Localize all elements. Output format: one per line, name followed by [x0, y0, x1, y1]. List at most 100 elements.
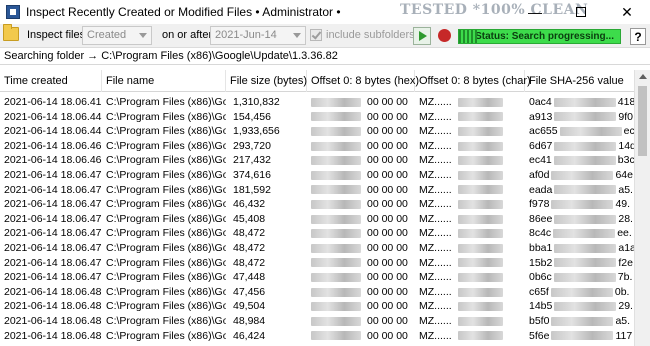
- search-path: Searching folder → C:\Program Files (x86…: [0, 48, 650, 65]
- table-row[interactable]: 2021-06-14 18.06.47 C:\Program Files (x86…: [0, 241, 634, 256]
- redacted-bytes: [311, 97, 361, 107]
- cell-size: 48,984: [233, 315, 266, 327]
- table-row[interactable]: 2021-06-14 18.06.47 C:\Program Files (x86…: [0, 270, 634, 285]
- cell-char: MZ......: [415, 286, 525, 298]
- redacted-chars: [457, 272, 503, 282]
- redacted-bytes: [311, 287, 361, 297]
- cell-sha: 86ee 28.: [525, 213, 634, 225]
- cell-char: MZ......: [415, 154, 525, 166]
- table-row[interactable]: 2021-06-14 18.06.47 C:\Program Files (x86…: [0, 197, 634, 212]
- hex-text: 00 00 00: [367, 329, 408, 342]
- char-text: MZ......: [419, 125, 452, 138]
- cell-char: MZ......: [415, 330, 525, 342]
- cell-sha: 0b6c 7b.: [525, 271, 634, 283]
- cell-size: 374,616: [233, 169, 271, 181]
- redacted-chars: [457, 287, 503, 297]
- table-row[interactable]: 2021-06-14 18.06.48 C:\Program Files (x86…: [0, 329, 634, 344]
- filter-select[interactable]: Created: [82, 26, 152, 45]
- scroll-up-icon[interactable]: [639, 74, 647, 79]
- on-or-after-label: on or after: [162, 29, 213, 41]
- table-row[interactable]: 2021-06-14 18.06.47 C:\Program Files (x86…: [0, 168, 634, 183]
- cell-time: 2021-06-14 18.06.44: [4, 110, 102, 123]
- table-row[interactable]: 2021-06-14 18.06.47 C:\Program Files (x86…: [0, 226, 634, 241]
- cell-name: C:\Program Files (x86)\Go...: [106, 96, 226, 108]
- hex-text: 00 00 00: [367, 125, 408, 138]
- table-row[interactable]: 2021-06-14 18.06.48 C:\Program Files (x86…: [0, 314, 634, 329]
- table-row[interactable]: 2021-06-14 18.06.47 C:\Program Files (x86…: [0, 183, 634, 198]
- cell-hex: 00 00 00: [307, 184, 415, 196]
- redacted-bytes: [311, 126, 361, 136]
- char-text: MZ......: [419, 212, 452, 225]
- cell-size: 48,472: [233, 242, 266, 254]
- char-text: MZ......: [419, 169, 452, 181]
- column-header-char[interactable]: Offset 0: 8 bytes (char): [415, 70, 531, 92]
- cell-hex: 00 00 00: [307, 227, 415, 239]
- hex-text: 00 00 00: [367, 242, 408, 254]
- table-row[interactable]: 2021-06-14 18.06.46 C:\Program Files (x86…: [0, 139, 634, 154]
- redacted-hash: [554, 185, 617, 195]
- redacted-hash: [553, 272, 616, 282]
- redacted-hash: [554, 302, 617, 312]
- table-row[interactable]: 2021-06-14 18.06.44 C:\Program Files (x86…: [0, 124, 634, 139]
- cell-time: 2021-06-14 18.06.48: [4, 285, 102, 298]
- minimize-button[interactable]: —: [512, 0, 558, 24]
- stop-button[interactable]: [436, 27, 454, 45]
- hex-text: 00 00 00: [367, 300, 408, 313]
- cell-size: 46,424: [233, 329, 266, 342]
- table-row[interactable]: 2021-06-14 18.06.44 C:\Program Files (x86…: [0, 110, 634, 125]
- redacted-hash: [554, 258, 617, 268]
- hex-text: 00 00 00: [367, 139, 408, 152]
- column-header-sha[interactable]: File SHA-256 value: [525, 70, 634, 92]
- table-row[interactable]: 2021-06-14 18.06.47 C:\Program Files (x86…: [0, 256, 634, 271]
- help-button[interactable]: ?: [630, 28, 646, 45]
- cell-time: 2021-06-14 18.06.48: [4, 315, 102, 327]
- vertical-scrollbar[interactable]: [634, 70, 650, 346]
- scroll-thumb[interactable]: [638, 86, 647, 156]
- sha-suffix: 0b.: [614, 285, 630, 298]
- cell-sha: 5f6e 117: [525, 330, 634, 342]
- sha-prefix: a913: [529, 110, 553, 123]
- cell-char: MZ......: [415, 315, 525, 327]
- close-button[interactable]: ✕: [604, 0, 650, 24]
- column-header-time[interactable]: Time created: [0, 70, 102, 92]
- sha-prefix: 14b5: [529, 300, 553, 313]
- redacted-bytes: [311, 170, 361, 180]
- redacted-hash: [554, 112, 617, 122]
- sha-suffix: 117: [615, 329, 633, 342]
- cell-size: 49,504: [233, 300, 266, 313]
- cell-name: C:\Program Files (x86)\Go...: [106, 154, 226, 167]
- maximize-button[interactable]: [558, 0, 604, 24]
- cell-hex: 00 00 00: [307, 125, 415, 137]
- column-header-hex[interactable]: Offset 0: 8 bytes (hex): [307, 70, 419, 92]
- include-subfolders-checkbox[interactable]: [310, 29, 322, 41]
- sha-suffix: 64e: [615, 169, 633, 181]
- cell-hex: 00 00 00: [307, 213, 415, 225]
- date-value: 2021-Jun-14: [215, 29, 277, 41]
- cell-size: 1,310,832: [233, 96, 280, 108]
- cell-time: 2021-06-14 18.06.47: [4, 198, 102, 211]
- table-row[interactable]: 2021-06-14 18.06.46 C:\Program Files (x86…: [0, 153, 634, 168]
- hex-text: 00 00 00: [367, 227, 408, 240]
- table-row[interactable]: 2021-06-14 18.06.48 C:\Program Files (x86…: [0, 285, 634, 300]
- column-header-size[interactable]: File size (bytes): [226, 70, 307, 92]
- cell-hex: 00 00 00: [307, 96, 415, 108]
- cell-hex: 00 00 00: [307, 330, 415, 342]
- redacted-chars: [457, 302, 503, 312]
- filter-select-value: Created: [87, 29, 127, 41]
- cell-name: C:\Program Files (x86)\Go...: [106, 329, 226, 342]
- include-subfolders-label: include subfolders: [326, 29, 415, 41]
- table-row[interactable]: 2021-06-14 18.06.48 C:\Program Files (x86…: [0, 299, 634, 314]
- sha-prefix: ec41: [529, 154, 552, 167]
- start-button[interactable]: [413, 27, 431, 45]
- maximize-icon: [576, 7, 586, 17]
- cell-char: MZ......: [415, 125, 525, 137]
- table-row[interactable]: 2021-06-14 18.06.41 C:\Program Files (x86…: [0, 95, 634, 110]
- date-picker[interactable]: 2021-Jun-14: [210, 26, 306, 45]
- column-header-name[interactable]: File name: [102, 70, 226, 92]
- folder-icon[interactable]: [3, 24, 19, 41]
- status-text: Status: Search progressing...: [475, 31, 614, 42]
- cell-sha: af0d 64e: [525, 169, 634, 181]
- hex-text: 00 00 00: [367, 110, 408, 123]
- cell-name: C:\Program Files (x86)\Go...: [106, 169, 226, 181]
- table-row[interactable]: 2021-06-14 18.06.47 C:\Program Files (x86…: [0, 212, 634, 227]
